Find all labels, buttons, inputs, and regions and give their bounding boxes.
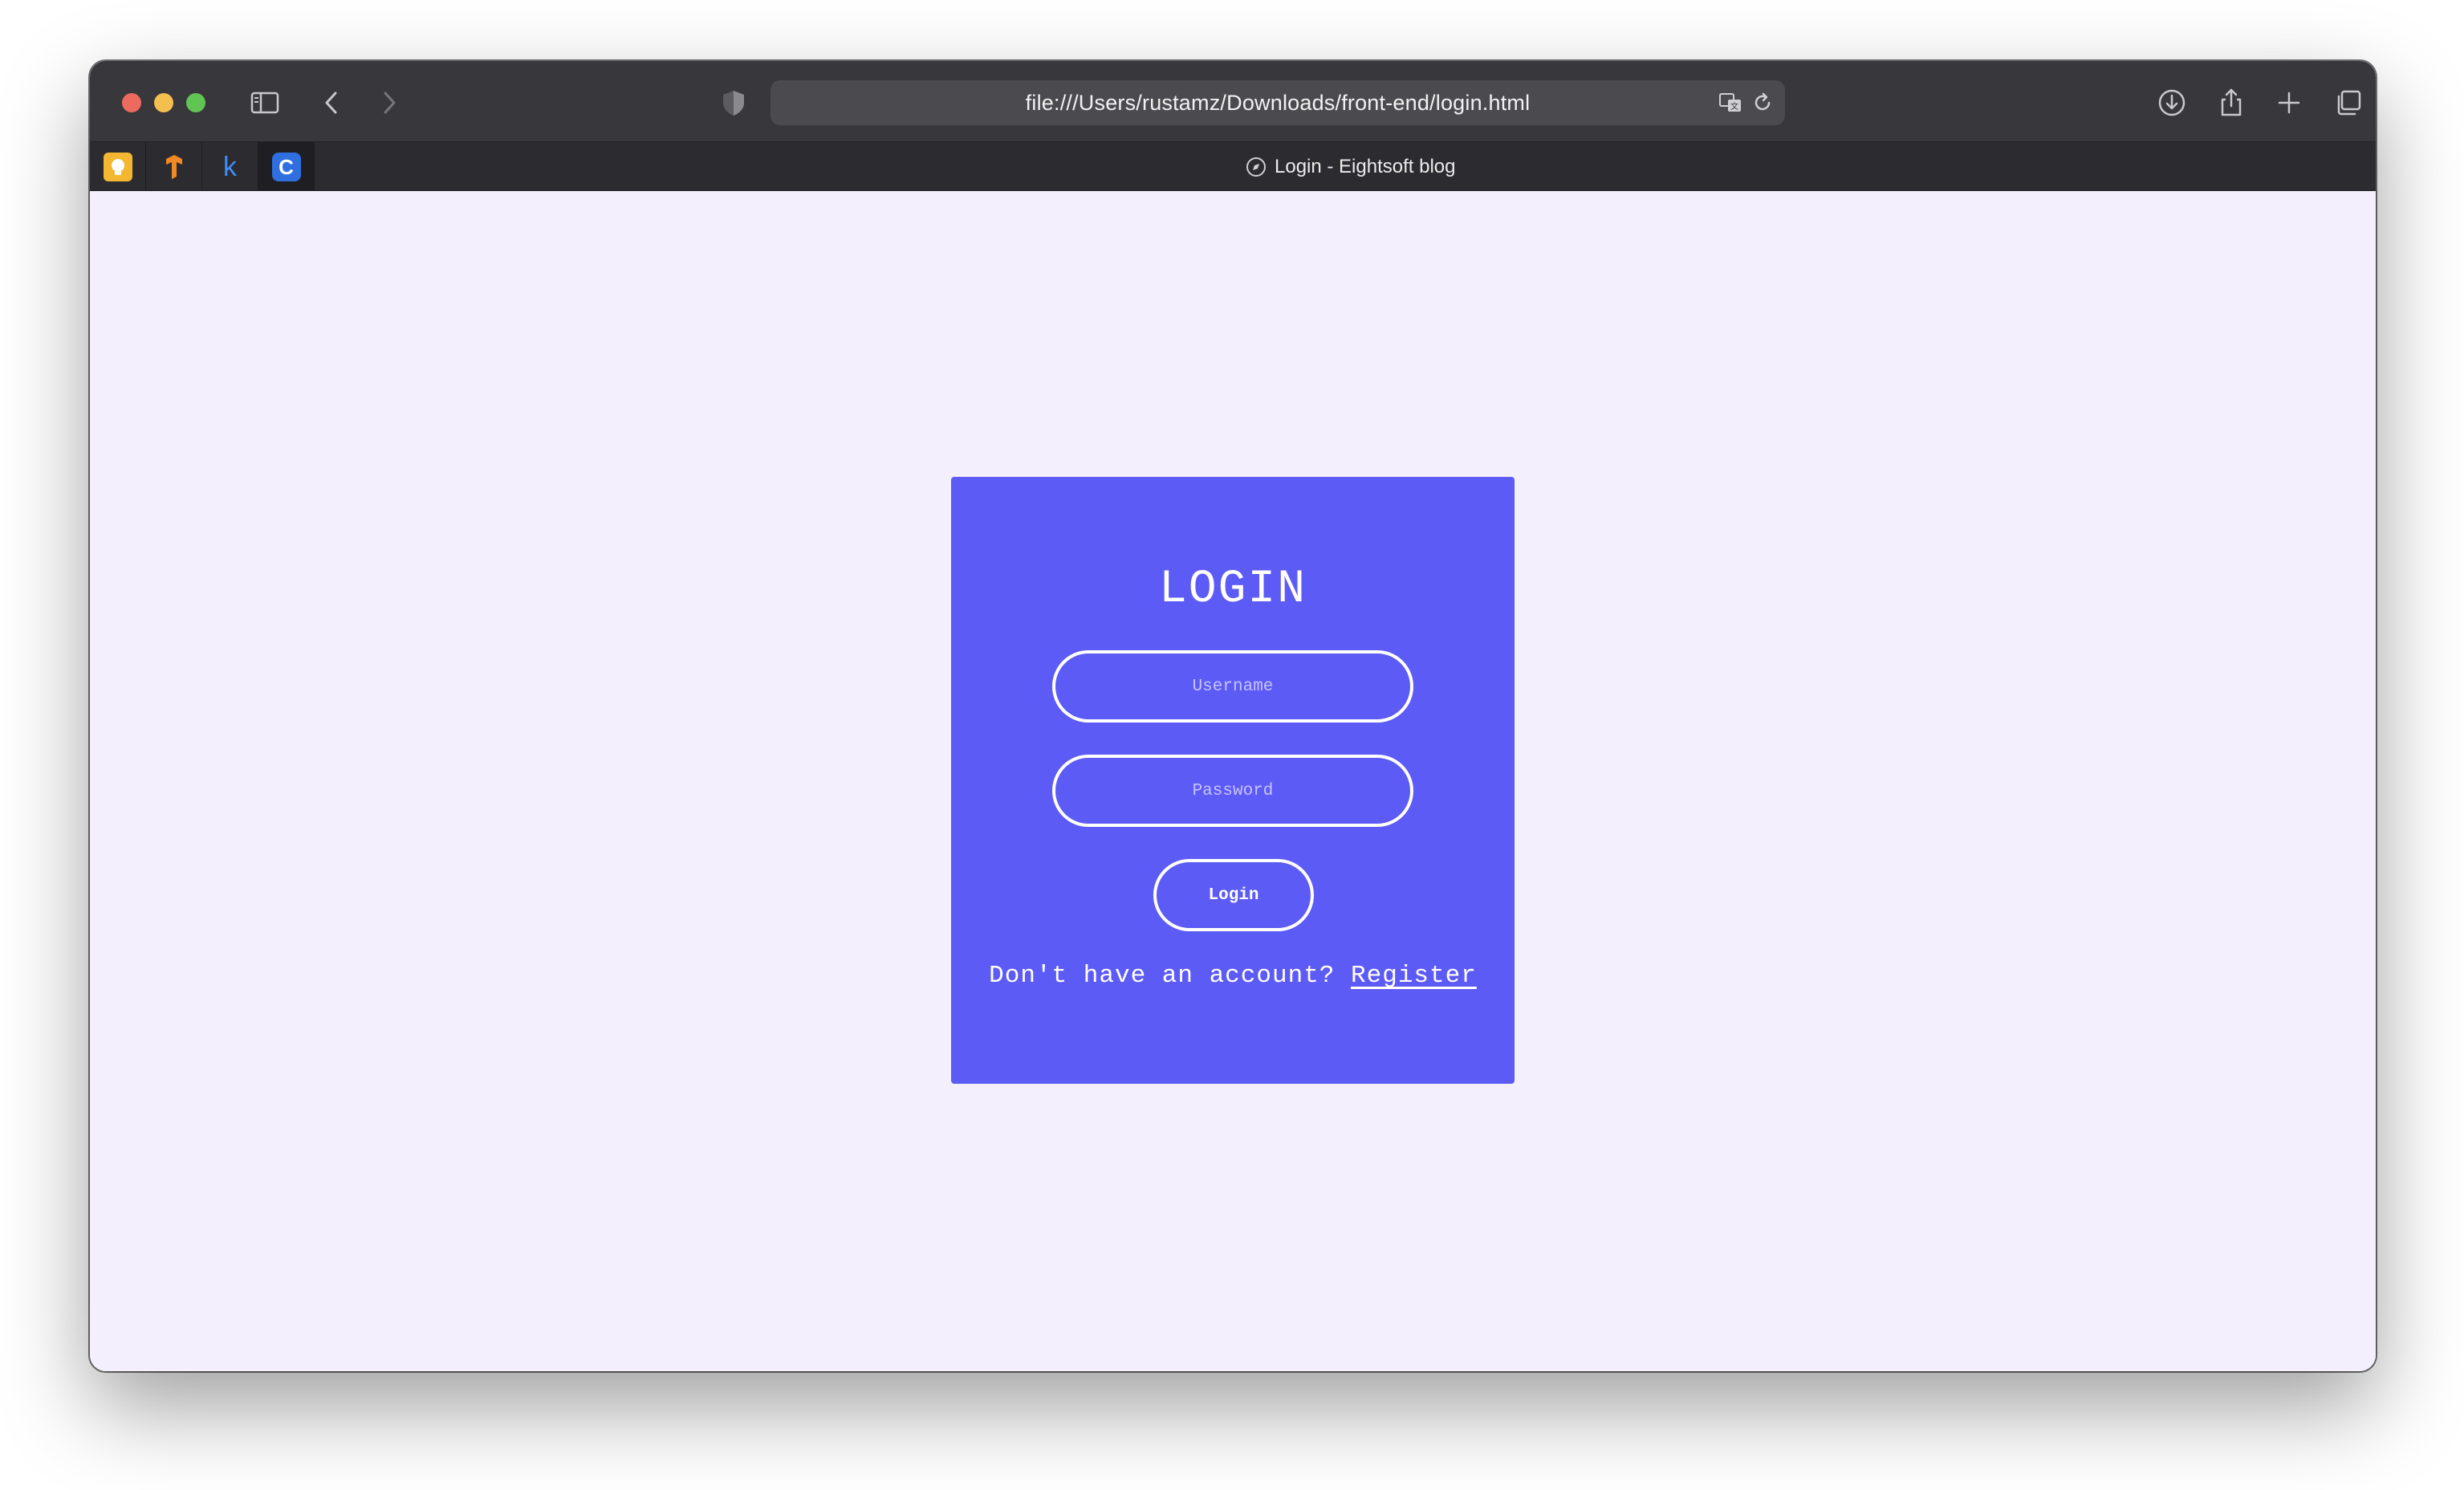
favorite-bookmark-3[interactable]: k xyxy=(202,142,258,192)
favorites-tab-bar: k C Login - Eightsoft blog xyxy=(90,141,2376,192)
back-arrow-icon[interactable] xyxy=(311,82,353,124)
browser-toolbar: file:///Users/rustamz/Downloads/front-en… xyxy=(90,61,2376,141)
register-prompt: Don't have an account? Register xyxy=(951,962,1515,990)
svg-text:文: 文 xyxy=(1730,101,1738,112)
username-input[interactable] xyxy=(1052,650,1413,723)
sidebar-toggle-icon[interactable] xyxy=(244,82,286,124)
close-window-button[interactable] xyxy=(122,93,141,112)
bulb-icon xyxy=(103,153,132,181)
favorite-bookmark-2[interactable] xyxy=(146,142,202,192)
register-prompt-text: Don't have an account? xyxy=(989,962,1352,990)
login-card: LOGIN Login Don't have an account? Regis… xyxy=(951,477,1515,1084)
translate-icon[interactable]: 文 xyxy=(1714,87,1746,119)
kotlin-k-icon: k xyxy=(223,151,237,182)
browser-window: file:///Users/rustamz/Downloads/front-en… xyxy=(90,61,2376,1371)
compass-icon xyxy=(1246,157,1266,177)
page-content: LOGIN Login Don't have an account? Regis… xyxy=(90,191,2376,1371)
forward-arrow-icon[interactable] xyxy=(368,82,409,124)
zoom-window-button[interactable] xyxy=(186,93,205,112)
active-tab[interactable]: Login - Eightsoft blog xyxy=(1246,142,1455,192)
coursera-c-icon: C xyxy=(271,153,301,181)
tab-title-text: Login - Eightsoft blog xyxy=(1275,156,1456,177)
downloads-icon[interactable] xyxy=(2151,82,2193,124)
new-tab-icon[interactable] xyxy=(2268,82,2310,124)
tensorflow-icon xyxy=(160,153,189,181)
favorite-bookmark-1[interactable] xyxy=(90,142,146,192)
privacy-shield-icon[interactable] xyxy=(713,82,754,124)
tab-overview-icon[interactable] xyxy=(2328,82,2369,124)
favorite-bookmark-4[interactable]: C xyxy=(258,142,315,192)
register-link[interactable]: Register xyxy=(1351,962,1477,990)
minimize-window-button[interactable] xyxy=(154,93,173,112)
share-icon[interactable] xyxy=(2210,82,2252,124)
login-title: LOGIN xyxy=(1158,564,1307,616)
address-bar[interactable]: file:///Users/rustamz/Downloads/front-en… xyxy=(771,80,1785,125)
reload-icon[interactable] xyxy=(1746,87,1779,119)
login-button[interactable]: Login xyxy=(1153,859,1314,931)
password-input[interactable] xyxy=(1052,755,1413,827)
url-text[interactable]: file:///Users/rustamz/Downloads/front-en… xyxy=(771,80,1785,125)
